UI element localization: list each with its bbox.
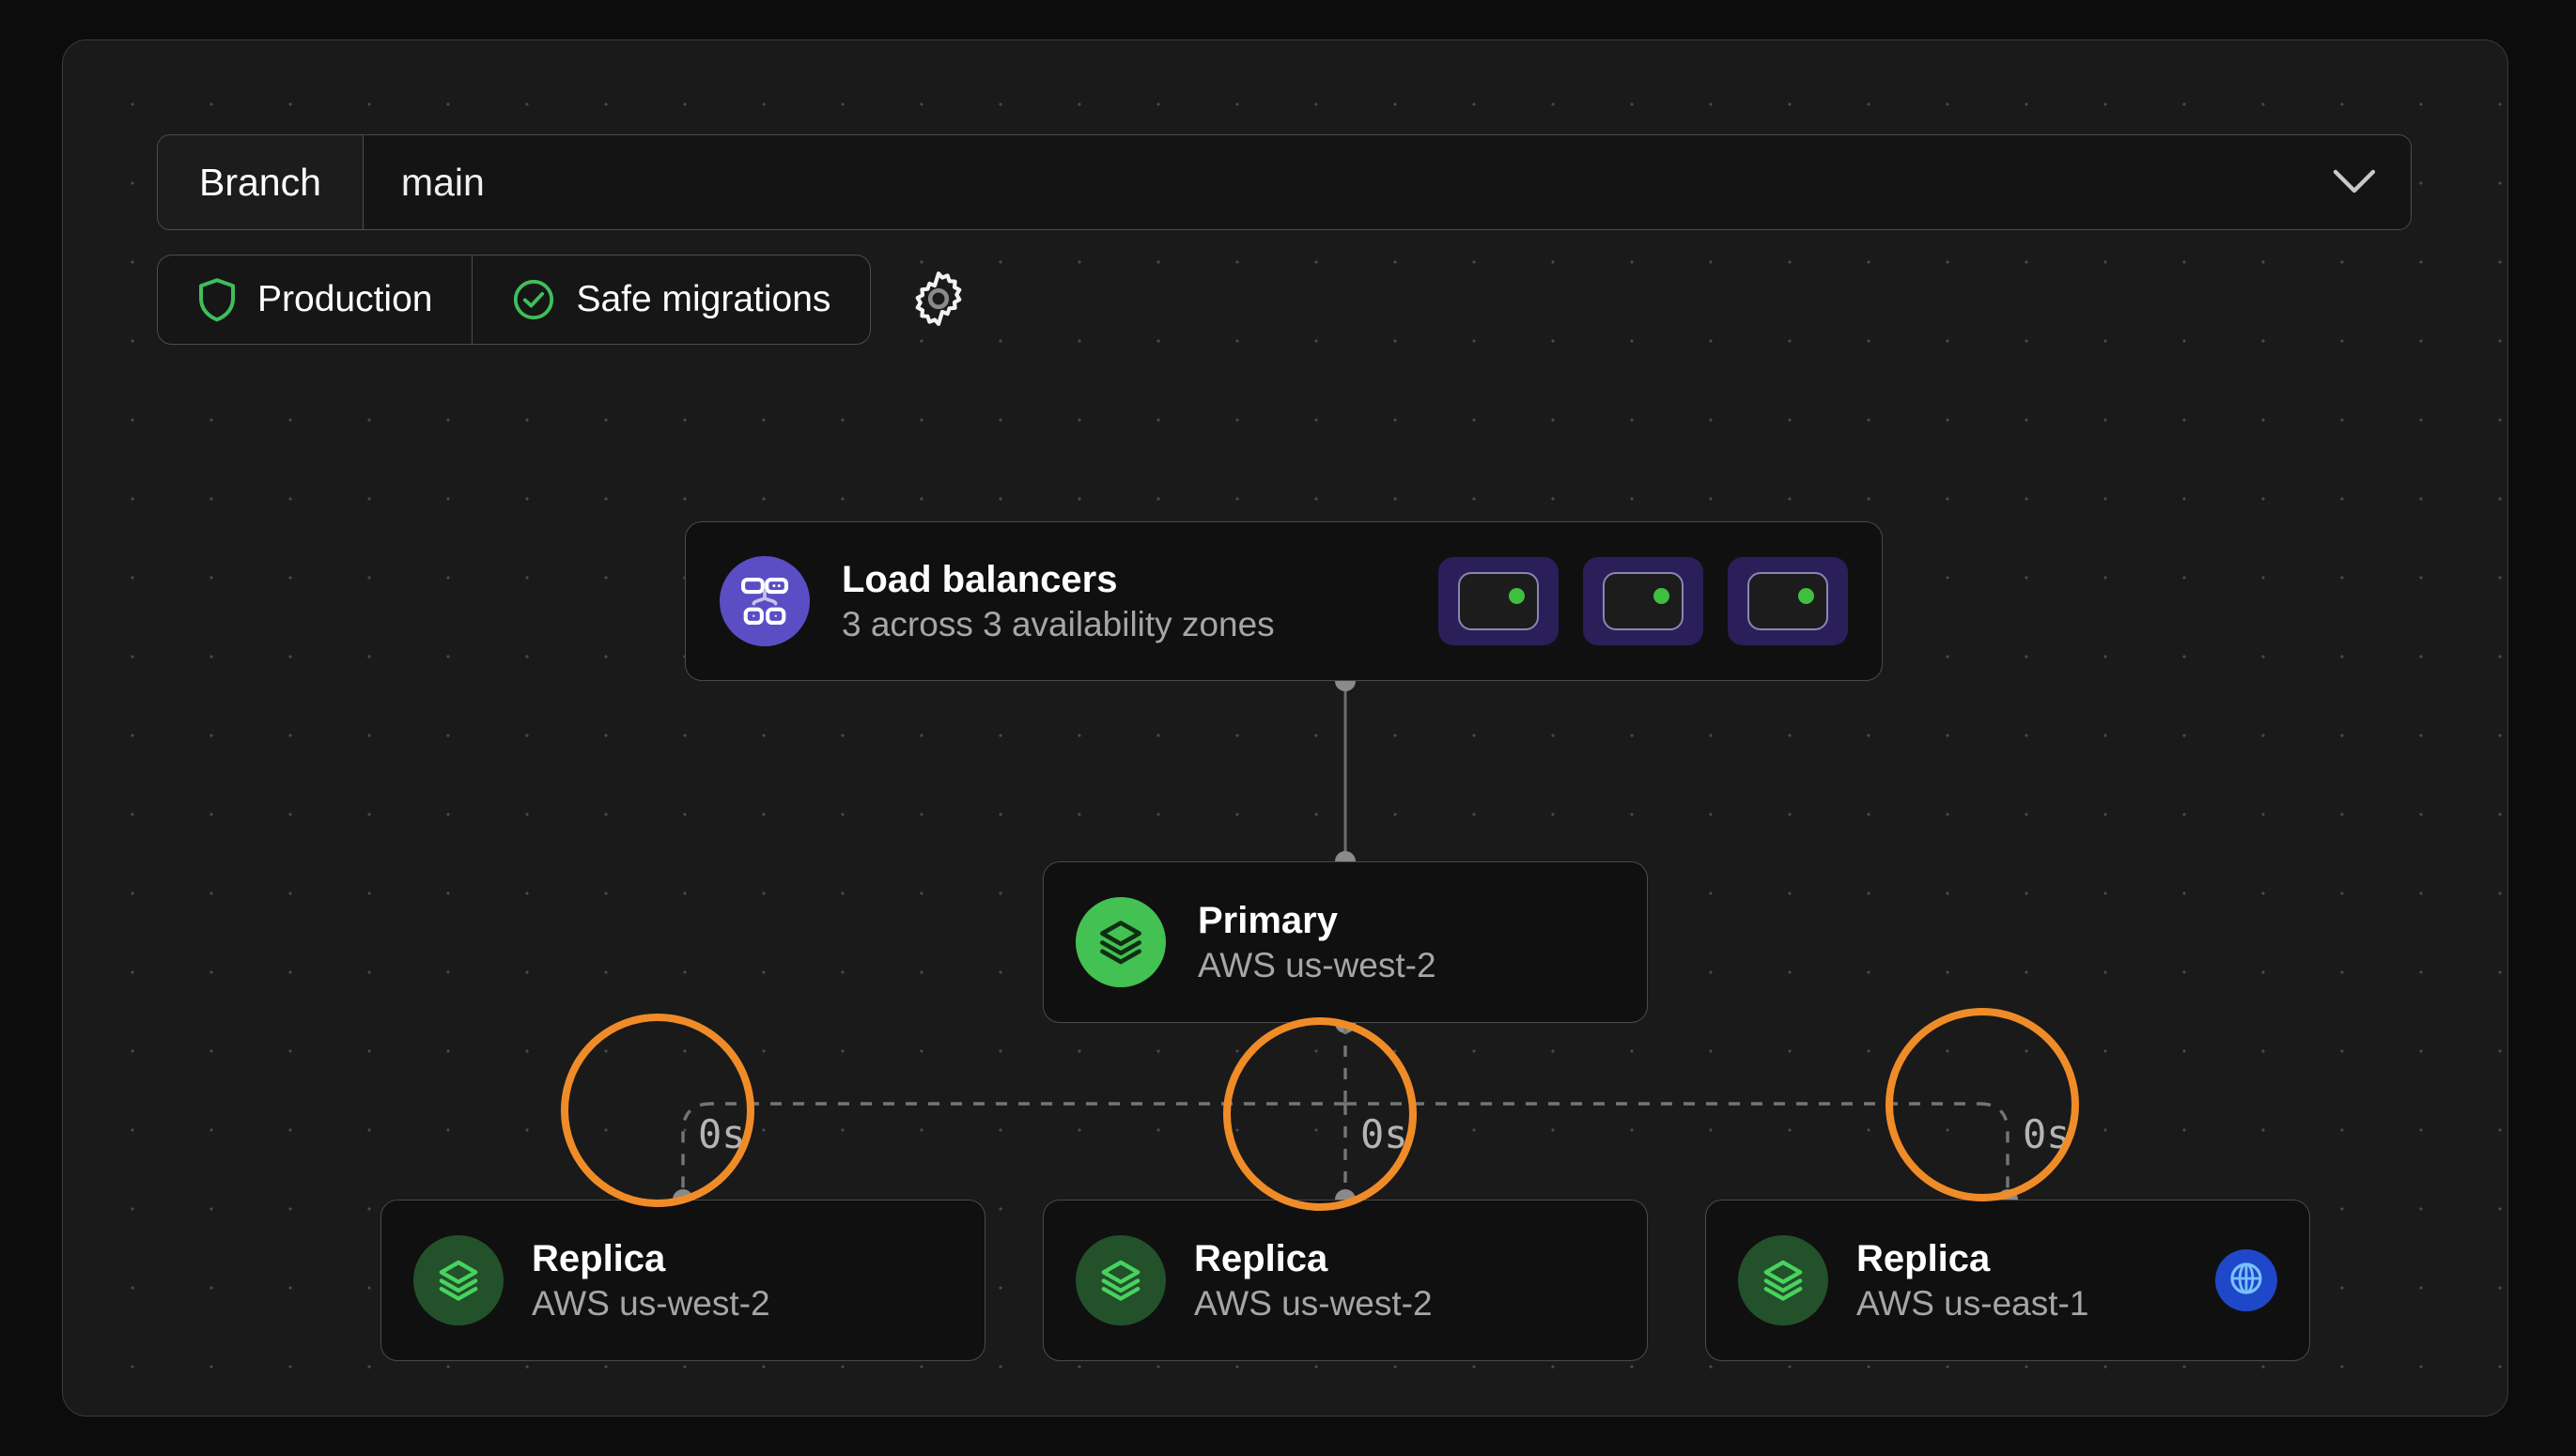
replication-lag-label: 0s xyxy=(698,1111,746,1157)
load-balancer-badge[interactable] xyxy=(1583,557,1703,645)
primary-node-title: Primary xyxy=(1198,900,1338,942)
status-dot xyxy=(1798,588,1814,604)
app-root: Branch main Production Safe migrations L… xyxy=(0,0,2576,1456)
replica-node-text: Replica AWS us-west-2 xyxy=(532,1236,770,1324)
replica-node[interactable]: Replica AWS us-west-2 xyxy=(1043,1200,1648,1361)
replica-node[interactable]: Replica AWS us-west-2 xyxy=(380,1200,985,1361)
layers-icon xyxy=(413,1235,504,1325)
annotation-highlight-circle xyxy=(561,1014,754,1207)
globe-badge[interactable] xyxy=(2215,1249,2277,1311)
topology-diagram: Load balancers 3 across 3 availability z… xyxy=(63,40,2507,1416)
primary-node[interactable]: Primary AWS us-west-2 xyxy=(1043,861,1648,1023)
annotation-highlight-circle xyxy=(1885,1008,2079,1201)
replica-node-title: Replica xyxy=(1856,1238,1991,1280)
load-balancers-node[interactable]: Load balancers 3 across 3 availability z… xyxy=(685,521,1883,681)
status-dot xyxy=(1509,588,1525,604)
replica-node-text: Replica AWS us-east-1 xyxy=(1856,1236,2088,1324)
replica-node-title: Replica xyxy=(532,1238,666,1280)
replica-node[interactable]: Replica AWS us-east-1 xyxy=(1705,1200,2310,1361)
load-balancer-badge[interactable] xyxy=(1728,557,1848,645)
replica-node-subtitle: AWS us-west-2 xyxy=(1194,1283,1433,1323)
replication-lag-label: 0s xyxy=(1360,1111,1408,1157)
load-balancers-title: Load balancers xyxy=(842,559,1118,601)
load-balancers-text: Load balancers 3 across 3 availability z… xyxy=(842,557,1275,645)
primary-node-text: Primary AWS us-west-2 xyxy=(1198,898,1436,986)
globe-icon xyxy=(2227,1260,2265,1302)
load-balancers-subtitle: 3 across 3 availability zones xyxy=(842,604,1275,643)
layers-icon xyxy=(1076,1235,1166,1325)
layers-icon xyxy=(1076,897,1166,987)
diagram-canvas[interactable]: Branch main Production Safe migrations L… xyxy=(62,39,2508,1417)
load-balancer-icon xyxy=(720,556,810,646)
replica-node-subtitle: AWS us-west-2 xyxy=(532,1283,770,1323)
load-balancer-badges xyxy=(1438,557,1848,645)
replica-node-text: Replica AWS us-west-2 xyxy=(1194,1236,1433,1324)
status-dot xyxy=(1653,588,1669,604)
layers-icon xyxy=(1738,1235,1828,1325)
replica-node-title: Replica xyxy=(1194,1238,1328,1280)
load-balancer-badge[interactable] xyxy=(1438,557,1559,645)
replication-lag-label: 0s xyxy=(2023,1111,2071,1157)
primary-node-subtitle: AWS us-west-2 xyxy=(1198,945,1436,984)
replica-node-subtitle: AWS us-east-1 xyxy=(1856,1283,2089,1323)
